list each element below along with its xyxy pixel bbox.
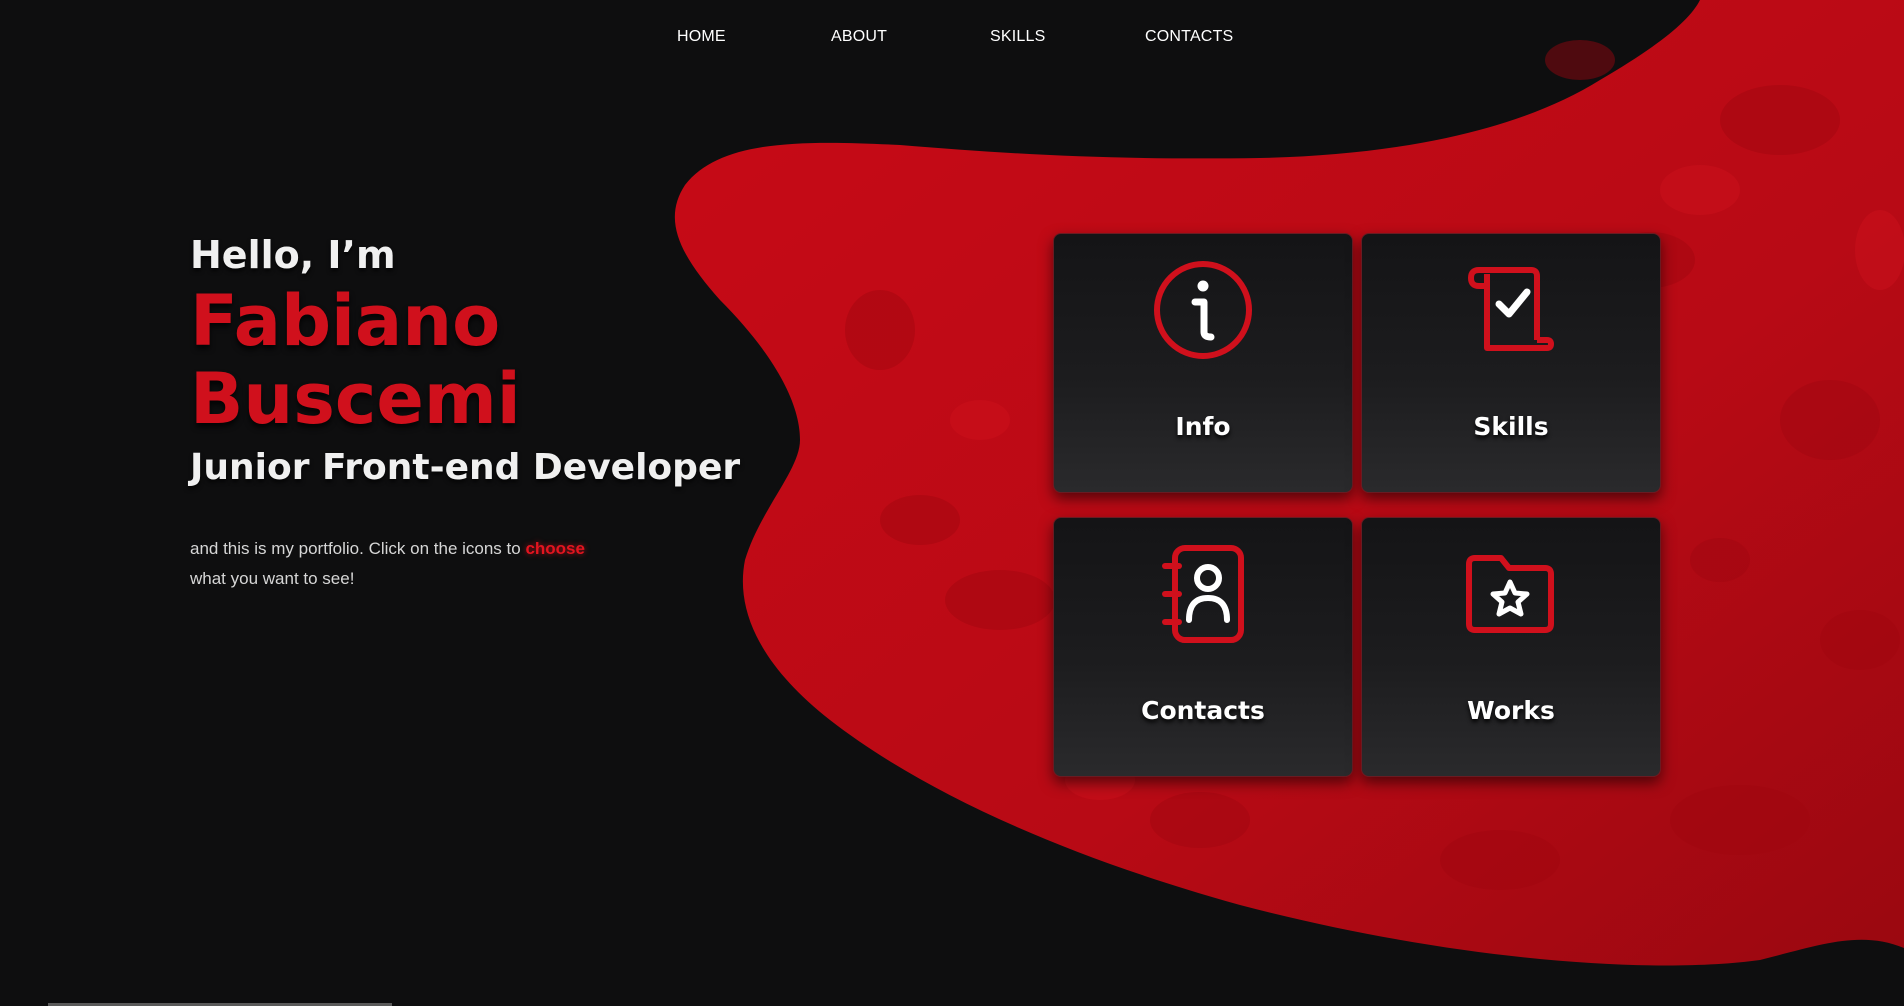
card-works-label: Works: [1467, 696, 1555, 725]
hero-last-name: Buscemi: [190, 358, 521, 440]
card-contacts[interactable]: Contacts: [1053, 517, 1353, 777]
nav-contacts[interactable]: CONTACTS: [1145, 28, 1233, 46]
card-skills[interactable]: Skills: [1361, 233, 1661, 493]
intro-text-start: and this is my portfolio. Click on the i…: [190, 539, 526, 558]
page: HOME ABOUT SKILLS CONTACTS Hello, I’m Fa…: [0, 0, 1904, 1006]
card-skills-label: Skills: [1473, 412, 1549, 441]
info-icon: [1154, 261, 1252, 359]
hero-intro: and this is my portfolio. Click on the i…: [190, 534, 620, 594]
card-info-label: Info: [1175, 412, 1231, 441]
card-info[interactable]: Info: [1053, 233, 1353, 493]
nav-home[interactable]: HOME: [677, 28, 726, 46]
top-nav: HOME ABOUT SKILLS CONTACTS: [0, 28, 1904, 52]
card-works[interactable]: Works: [1361, 517, 1661, 777]
scroll-check-icon: [1468, 267, 1554, 351]
hero-name: Fabiano Buscemi: [190, 282, 750, 438]
folder-star-icon: [1466, 555, 1554, 633]
contact-book-icon: [1162, 545, 1244, 643]
hero-section: Hello, I’m Fabiano Buscemi Junior Front-…: [190, 228, 750, 611]
hero-first-name: Fabiano: [190, 280, 501, 362]
intro-text-end: what you want to see!: [190, 569, 355, 588]
hero-greeting: Hello, I’m: [190, 233, 396, 277]
card-contacts-label: Contacts: [1141, 696, 1265, 725]
nav-skills[interactable]: SKILLS: [990, 28, 1045, 46]
intro-highlight: choose: [525, 539, 585, 558]
nav-about[interactable]: ABOUT: [831, 28, 887, 46]
hero-role: Junior Front-end Developer: [190, 447, 741, 488]
